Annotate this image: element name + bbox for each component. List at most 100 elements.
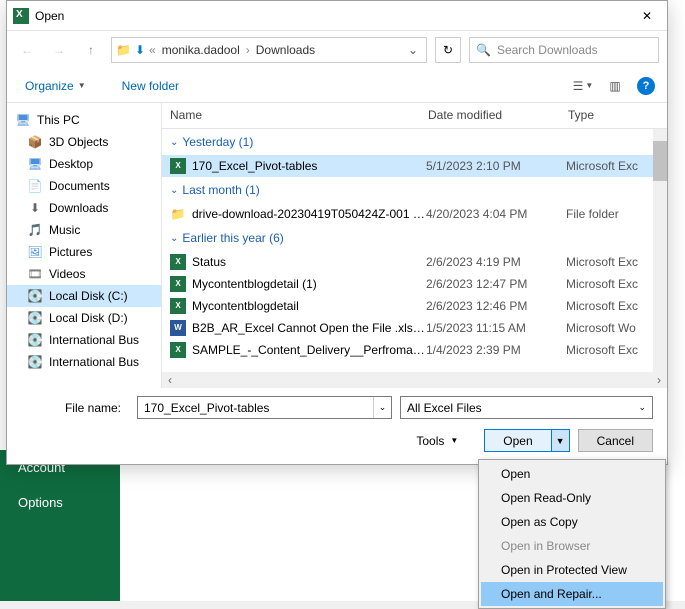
dialog-footer: File name: ⌄ All Excel Files ⌄ Tools ▼ O…: [7, 388, 667, 464]
close-button[interactable]: ✕: [627, 1, 667, 31]
open-dropdown-button[interactable]: ▼: [552, 429, 570, 452]
column-type[interactable]: Type: [560, 103, 667, 128]
file-date: 1/4/2023 2:39 PM: [426, 343, 566, 357]
open-split-button[interactable]: Open ▼: [484, 429, 569, 452]
3d-icon: 📦: [27, 134, 43, 150]
chevron-down-icon: ▼: [450, 436, 458, 445]
new-folder-label: New folder: [122, 79, 179, 93]
tree-item-documents[interactable]: 📄Documents: [7, 175, 161, 197]
dropdown-item-open-in-browser: Open in Browser: [481, 534, 663, 558]
open-mode-dropdown: OpenOpen Read-OnlyOpen as CopyOpen in Br…: [478, 459, 666, 609]
excel-backstage-sidebar: Account Options: [0, 450, 120, 601]
new-folder-button[interactable]: New folder: [116, 75, 185, 97]
tree-item-downloads[interactable]: ⬇Downloads: [7, 197, 161, 219]
chevron-down-icon: ⌄: [170, 233, 178, 244]
tree-item-3d-objects[interactable]: 📦3D Objects: [7, 131, 161, 153]
pc-icon: 🖥: [15, 112, 31, 128]
group-header[interactable]: ⌄ Last month (1): [162, 177, 667, 203]
dropdown-item-open-in-protected-view[interactable]: Open in Protected View: [481, 558, 663, 582]
file-type: Microsoft Exc: [566, 299, 667, 313]
vertical-scrollbar[interactable]: [653, 129, 667, 372]
file-type-filter[interactable]: All Excel Files ⌄: [400, 396, 653, 419]
file-row[interactable]: X170_Excel_Pivot-tables5/1/2023 2:10 PMM…: [162, 155, 667, 177]
dialog-titlebar: Open ✕: [7, 1, 667, 31]
file-name: Mycontentblogdetail (1): [192, 277, 426, 291]
scroll-right-icon[interactable]: ›: [651, 372, 667, 388]
dialog-toolbar: Organize ▼ New folder ☰ ▼ ▥ ?: [7, 69, 667, 103]
xlsx-icon: X: [170, 342, 186, 358]
scrollbar-thumb[interactable]: [653, 141, 667, 181]
file-row[interactable]: XSAMPLE_-_Content_Delivery__Perfroman...…: [162, 339, 667, 361]
tree-item-label: Pictures: [49, 245, 92, 259]
file-row[interactable]: 📁 drive-download-20230419T050424Z-001 (2)…: [162, 203, 667, 225]
address-bar[interactable]: 📁 ⬇ « monika.dadool › Downloads ⌄: [111, 37, 427, 63]
file-date: 5/1/2023 2:10 PM: [426, 159, 566, 173]
file-row[interactable]: WB2B_AR_Excel Cannot Open the File .xlsx…: [162, 317, 667, 339]
tree-item-label: Local Disk (C:): [49, 289, 128, 303]
filename-dropdown[interactable]: ⌄: [373, 397, 391, 418]
xlsx-icon: X: [170, 158, 186, 174]
filename-label: File name:: [21, 401, 129, 415]
cancel-button[interactable]: Cancel: [578, 429, 653, 452]
file-date: 1/5/2023 11:15 AM: [426, 321, 566, 335]
scroll-left-icon[interactable]: ‹: [162, 372, 178, 388]
tree-item-international-bus[interactable]: 💽International Bus: [7, 329, 161, 351]
file-list[interactable]: ⌄Yesterday (1)X170_Excel_Pivot-tables5/1…: [162, 129, 667, 372]
tree-item-international-bus[interactable]: 💽International Bus: [7, 351, 161, 373]
tree-item-local-disk-c-[interactable]: 💽Local Disk (C:): [7, 285, 161, 307]
filename-combobox[interactable]: ⌄: [137, 396, 392, 419]
tree-item-pictures[interactable]: 🖼Pictures: [7, 241, 161, 263]
tree-item-local-disk-d-[interactable]: 💽Local Disk (D:): [7, 307, 161, 329]
dropdown-item-open-read-only[interactable]: Open Read-Only: [481, 486, 663, 510]
file-row[interactable]: XMycontentblogdetail2/6/2023 12:46 PMMic…: [162, 295, 667, 317]
tools-label: Tools: [416, 434, 444, 448]
organize-menu[interactable]: Organize ▼: [19, 75, 92, 97]
column-name[interactable]: Name: [162, 103, 420, 128]
breadcrumb-user[interactable]: monika.dadool: [160, 43, 242, 57]
dropdown-item-open-and-repair-[interactable]: Open and Repair...: [481, 582, 663, 606]
group-header[interactable]: ⌄Yesterday (1): [162, 129, 667, 155]
horizontal-scrollbar[interactable]: ‹ ›: [162, 372, 667, 388]
preview-pane-button[interactable]: ▥: [601, 74, 629, 98]
file-type: Microsoft Wo: [566, 321, 667, 335]
open-file-dialog: Open ✕ ← → ↑ 📁 ⬇ « monika.dadool › Downl…: [6, 0, 668, 465]
filename-input[interactable]: [138, 397, 373, 418]
file-date: 2/6/2023 4:19 PM: [426, 255, 566, 269]
refresh-button[interactable]: ↻: [435, 37, 461, 63]
folder-icon: 📁: [116, 43, 131, 57]
file-row[interactable]: XMycontentblogdetail (1)2/6/2023 12:47 P…: [162, 273, 667, 295]
column-date[interactable]: Date modified: [420, 103, 560, 128]
file-type: Microsoft Exc: [566, 343, 667, 357]
breadcrumb-downloads[interactable]: Downloads: [254, 43, 317, 57]
view-menu[interactable]: ☰ ▼: [569, 74, 597, 98]
folder-tree[interactable]: 🖥This PC📦3D Objects🖥Desktop📄Documents⬇Do…: [7, 103, 162, 388]
tree-item-desktop[interactable]: 🖥Desktop: [7, 153, 161, 175]
file-name: drive-download-20230419T050424Z-001 (2): [192, 207, 426, 221]
file-date: 2/6/2023 12:46 PM: [426, 299, 566, 313]
group-header[interactable]: ⌄Earlier this year (6): [162, 225, 667, 251]
group-label: Yesterday (1): [182, 135, 253, 149]
search-icon: 🔍: [476, 43, 491, 57]
open-button[interactable]: Open: [484, 429, 551, 452]
folder-icon: 📁: [170, 206, 186, 222]
search-input[interactable]: [497, 43, 652, 57]
navigation-row: ← → ↑ 📁 ⬇ « monika.dadool › Downloads ⌄ …: [7, 31, 667, 69]
search-box[interactable]: 🔍: [469, 37, 659, 63]
address-dropdown[interactable]: ⌄: [404, 43, 422, 57]
tree-item-this-pc[interactable]: 🖥This PC: [7, 109, 161, 131]
forward-button[interactable]: →: [47, 38, 71, 62]
dropdown-item-open[interactable]: Open: [481, 462, 663, 486]
file-row[interactable]: XStatus2/6/2023 4:19 PMMicrosoft Exc: [162, 251, 667, 273]
tree-item-label: Videos: [49, 267, 85, 281]
tools-menu[interactable]: Tools ▼: [410, 432, 464, 450]
group-label: Last month (1): [182, 183, 259, 197]
excel-icon: [13, 8, 29, 24]
up-button[interactable]: ↑: [79, 38, 103, 62]
tree-item-music[interactable]: 🎵Music: [7, 219, 161, 241]
chevron-down-icon: ⌄: [170, 185, 178, 196]
dropdown-item-open-as-copy[interactable]: Open as Copy: [481, 510, 663, 534]
help-button[interactable]: ?: [637, 77, 655, 95]
back-button[interactable]: ←: [15, 38, 39, 62]
tree-item-videos[interactable]: 🎞Videos: [7, 263, 161, 285]
sidebar-options[interactable]: Options: [0, 485, 120, 520]
